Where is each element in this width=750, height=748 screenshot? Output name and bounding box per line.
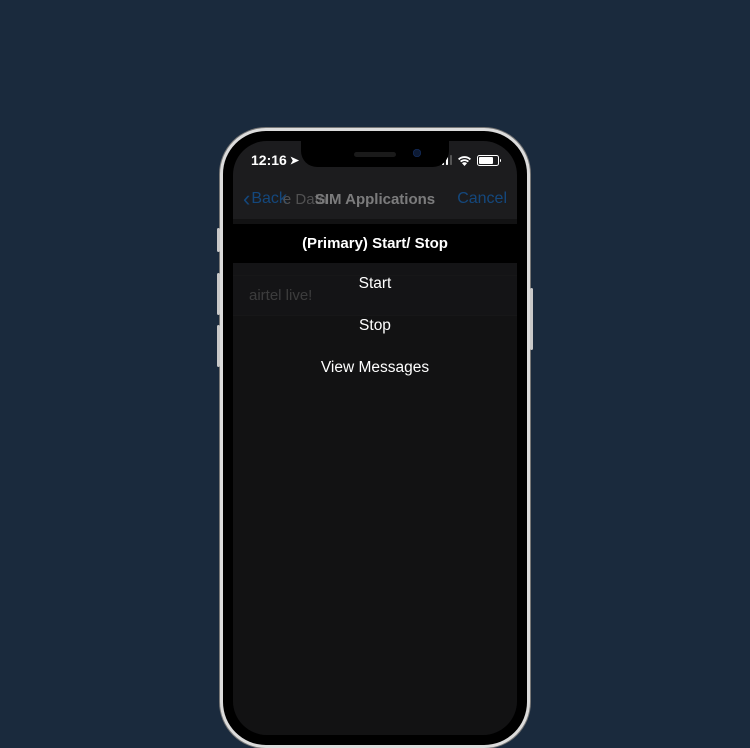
back-label: Back — [251, 190, 287, 208]
notch — [301, 141, 449, 167]
sheet-item-view-messages[interactable]: View Messages — [233, 347, 517, 389]
location-icon: ➤ — [290, 154, 299, 167]
speaker-grille — [354, 152, 396, 157]
sheet-item-start[interactable]: Start — [233, 263, 517, 305]
phone-bezel: 12:16 ➤ ‹ Back — [223, 131, 527, 745]
silent-switch — [217, 228, 220, 252]
battery-fill — [479, 157, 493, 164]
battery-icon — [477, 155, 499, 166]
status-time: 12:16 — [251, 152, 287, 168]
sheet-header: (Primary) Start/ Stop — [233, 224, 517, 263]
volume-down-button — [217, 325, 220, 367]
wifi-icon — [457, 155, 472, 166]
nav-bar: ‹ Back e Data SIM Applications Cancel — [233, 179, 517, 219]
phone-body: 12:16 ➤ ‹ Back — [220, 128, 530, 748]
volume-up-button — [217, 273, 220, 315]
page-title: SIM Applications — [315, 191, 435, 208]
screen: 12:16 ➤ ‹ Back — [233, 141, 517, 735]
status-left: 12:16 ➤ — [251, 152, 299, 168]
sheet-item-stop[interactable]: Stop — [233, 305, 517, 347]
chevron-left-icon: ‹ — [243, 186, 250, 212]
power-button — [530, 288, 533, 350]
cancel-button[interactable]: Cancel — [457, 190, 507, 208]
action-sheet: (Primary) Start/ Stop Start Stop View Me… — [233, 224, 517, 389]
front-camera — [413, 149, 421, 157]
